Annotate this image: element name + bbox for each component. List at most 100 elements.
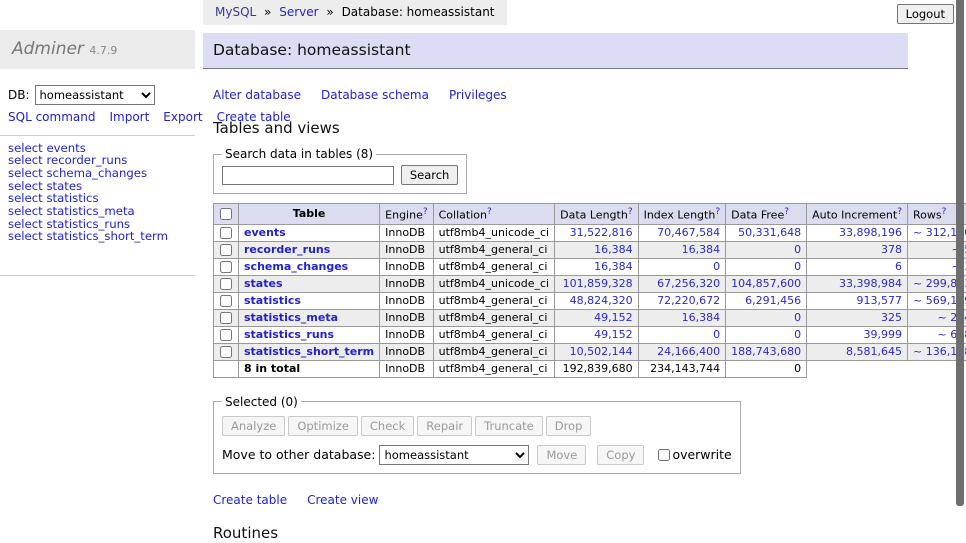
data-free-link[interactable]: 0 <box>794 243 801 256</box>
row-select-checkbox[interactable] <box>220 278 232 290</box>
auto-increment-link[interactable]: 913,577 <box>857 294 903 307</box>
selected-actions: AnalyzeOptimizeCheckRepairTruncateDrop <box>222 416 732 436</box>
auto-increment-link[interactable]: 33,398,984 <box>839 277 902 290</box>
repair-button[interactable]: Repair <box>417 416 472 436</box>
data-length-link[interactable]: 16,384 <box>594 243 633 256</box>
data-free-link[interactable]: 6,291,456 <box>745 294 801 307</box>
row-select-checkbox[interactable] <box>220 227 232 239</box>
index-length-cell: 67,256,320 <box>638 275 726 292</box>
move-db-select[interactable]: homeassistant <box>379 445 529 465</box>
auto-increment-link[interactable]: 325 <box>881 311 902 324</box>
copy-button[interactable]: Copy <box>597 445 644 465</box>
drop-button[interactable]: Drop <box>546 416 592 436</box>
data-length-link[interactable]: 101,859,328 <box>563 277 633 290</box>
action-links-database-schema[interactable]: Database schema <box>321 88 429 102</box>
help-link[interactable]: ? <box>942 207 947 217</box>
table-link[interactable]: states <box>244 277 283 290</box>
action-links-privileges[interactable]: Privileges <box>449 88 507 102</box>
row-select-checkbox[interactable] <box>220 295 232 307</box>
scrollbar-thumb[interactable] <box>956 0 964 506</box>
table-link[interactable]: statistics_runs <box>244 328 334 341</box>
table-link[interactable]: events <box>244 226 286 239</box>
data-free-link[interactable]: 0 <box>794 260 801 273</box>
table-link[interactable]: statistics_meta <box>244 311 338 324</box>
menu-link-import[interactable]: Import <box>109 110 149 124</box>
table-name-cell: statistics <box>239 292 380 309</box>
engine-cell: InnoDB <box>380 309 433 326</box>
help-link[interactable]: ? <box>628 207 633 217</box>
move-button[interactable]: Move <box>537 445 586 465</box>
check-button[interactable]: Check <box>361 416 414 436</box>
index-length-link[interactable]: 0 <box>713 260 720 273</box>
index-length-link[interactable]: 0 <box>713 328 720 341</box>
adminer-logo[interactable]: Adminer <box>12 39 84 59</box>
data-length-link[interactable]: 10,502,144 <box>570 345 633 358</box>
auto-increment-link[interactable]: 6 <box>895 260 902 273</box>
index-length-link[interactable]: 67,256,320 <box>657 277 720 290</box>
optimize-button[interactable]: Optimize <box>288 416 358 436</box>
table-row: statesInnoDButf8mb4_unicode_ci101,859,32… <box>214 275 966 292</box>
auto-increment-cell: 378 <box>807 241 908 258</box>
data-length-link[interactable]: 49,152 <box>594 311 633 324</box>
row-checkbox-cell <box>214 224 239 241</box>
search-input[interactable] <box>222 166 394 185</box>
select-link[interactable]: select <box>8 229 43 243</box>
breadcrumb-mysql-link[interactable]: MySQL <box>215 5 256 19</box>
analyze-button[interactable]: Analyze <box>222 416 285 436</box>
action-links-alter-database[interactable]: Alter database <box>213 88 301 102</box>
menu-link-sql-command[interactable]: SQL command <box>8 110 95 124</box>
table-link[interactable]: schema_changes <box>244 260 348 273</box>
row-select-checkbox[interactable] <box>220 329 232 341</box>
column-header-data-length: Data Length? <box>555 204 638 225</box>
logout-button[interactable]: Logout <box>897 4 954 24</box>
index-length-cell: 24,166,400 <box>638 343 726 360</box>
data-free-link[interactable]: 104,857,600 <box>731 277 801 290</box>
search-button[interactable]: Search <box>401 165 459 185</box>
help-link[interactable]: ? <box>487 207 492 217</box>
index-length-link[interactable]: 16,384 <box>682 311 721 324</box>
data-length-link[interactable]: 16,384 <box>594 260 633 273</box>
data-length-link[interactable]: 31,522,816 <box>570 226 633 239</box>
data-free-cell: 0 <box>726 241 807 258</box>
auto-increment-link[interactable]: 33,898,196 <box>839 226 902 239</box>
auto-increment-cell: 6 <box>807 258 908 275</box>
help-link[interactable]: ? <box>897 207 902 217</box>
table-link[interactable]: statistics_short_term <box>244 345 374 358</box>
footer-links-create-table[interactable]: Create table <box>213 493 287 507</box>
data-free-link[interactable]: 188,743,680 <box>731 345 801 358</box>
data-length-link[interactable]: 49,152 <box>594 328 633 341</box>
help-link[interactable]: ? <box>784 207 789 217</box>
menu-link-export[interactable]: Export <box>163 110 202 124</box>
breadcrumb-server-link[interactable]: Server <box>279 5 318 19</box>
data-free-link[interactable]: 50,331,648 <box>738 226 801 239</box>
data-free-link[interactable]: 0 <box>794 328 801 341</box>
auto-increment-link[interactable]: 39,999 <box>864 328 903 341</box>
table-structure-link[interactable]: statistics_short_term <box>46 229 168 243</box>
index-length-link[interactable]: 72,220,672 <box>657 294 720 307</box>
index-length-link[interactable]: 70,467,584 <box>657 226 720 239</box>
footer-links-create-view[interactable]: Create view <box>307 493 378 507</box>
truncate-button[interactable]: Truncate <box>475 416 543 436</box>
data-free-link[interactable]: 0 <box>794 311 801 324</box>
table-link[interactable]: recorder_runs <box>244 243 330 256</box>
table-link[interactable]: statistics <box>244 294 301 307</box>
row-select-checkbox[interactable] <box>220 346 232 358</box>
sidebar-table-item: select statistics_short_term <box>8 230 187 243</box>
data-length-link[interactable]: 48,824,320 <box>570 294 633 307</box>
row-select-checkbox[interactable] <box>220 244 232 256</box>
help-link[interactable]: ? <box>715 207 720 217</box>
index-length-link[interactable]: 24,166,400 <box>657 345 720 358</box>
row-select-checkbox[interactable] <box>220 261 232 273</box>
help-link[interactable]: ? <box>423 207 428 217</box>
engine-cell: InnoDB <box>380 275 433 292</box>
auto-increment-link[interactable]: 8,581,645 <box>846 345 902 358</box>
table-row: statisticsInnoDButf8mb4_general_ci48,824… <box>214 292 966 309</box>
row-select-checkbox[interactable] <box>220 312 232 324</box>
overwrite-checkbox[interactable] <box>658 449 670 461</box>
select-all-checkbox[interactable] <box>220 208 232 220</box>
row-checkbox-cell <box>214 292 239 309</box>
index-length-link[interactable]: 16,384 <box>682 243 721 256</box>
auto-increment-link[interactable]: 378 <box>881 243 902 256</box>
data-length-cell: 49,152 <box>555 309 638 326</box>
db-select[interactable]: homeassistant <box>35 85 155 105</box>
